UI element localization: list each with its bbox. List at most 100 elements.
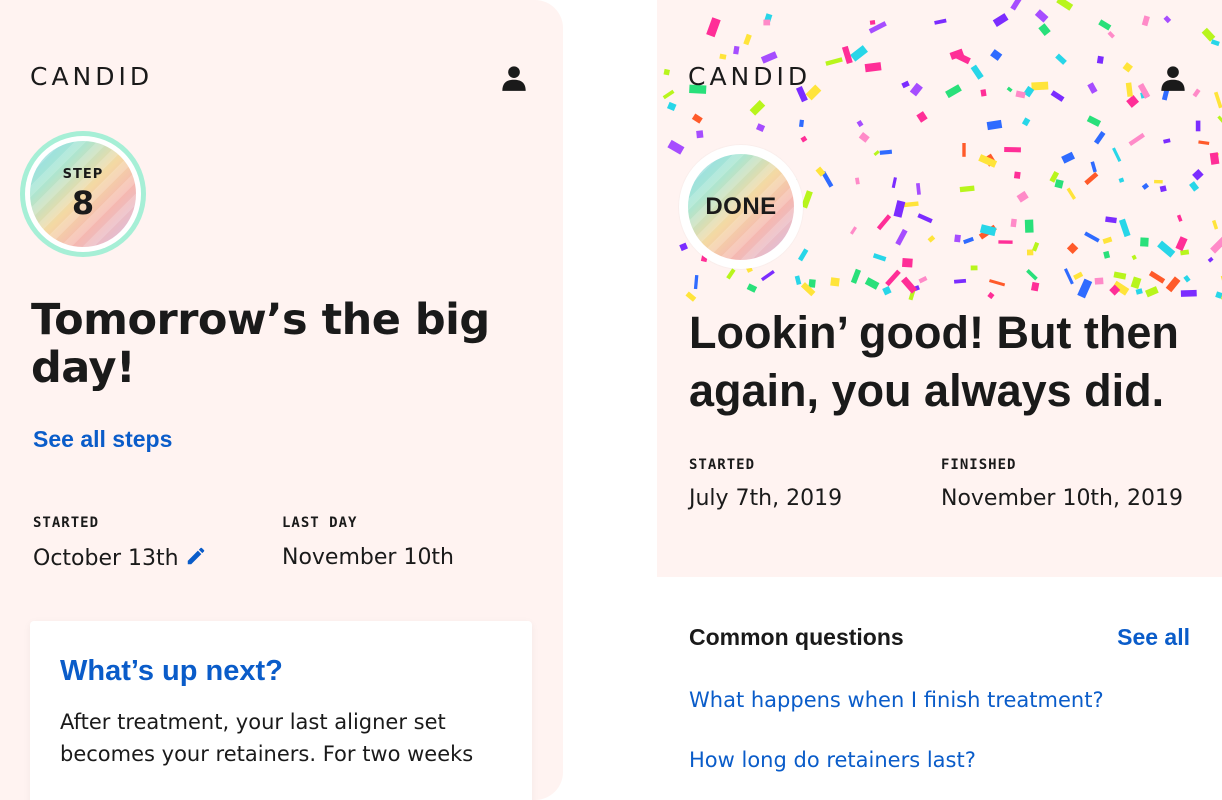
- confetti-piece: [1213, 91, 1222, 109]
- card-body: After treatment, your last aligner set b…: [60, 710, 474, 766]
- confetti-piece: [1103, 250, 1111, 259]
- started-label: STARTED: [33, 515, 100, 531]
- confetti-piece: [1061, 151, 1076, 164]
- confetti-piece: [1195, 120, 1201, 132]
- confetti-piece: [855, 177, 860, 185]
- confetti-piece: [1105, 216, 1117, 224]
- confetti-piece: [1192, 169, 1204, 181]
- confetti-piece: [794, 275, 802, 286]
- confetti-piece: [909, 82, 923, 97]
- confetti-piece: [726, 268, 736, 280]
- confetti-piece: [1032, 241, 1040, 252]
- started-date-value: October 13th: [33, 546, 179, 571]
- confetti-piece: [1125, 82, 1133, 97]
- page-title: Lookin’ good! But then again, you always…: [689, 307, 1179, 416]
- confetti-piece: [662, 89, 675, 100]
- confetti-piece: [959, 185, 975, 193]
- confetti-piece: [1066, 242, 1079, 255]
- confetti-piece: [916, 182, 921, 195]
- confetti-piece: [1145, 286, 1159, 298]
- confetti-piece: [755, 123, 766, 132]
- confetti-piece: [1112, 147, 1122, 162]
- confetti-piece: [998, 240, 1013, 244]
- confetti-piece: [1096, 55, 1104, 64]
- confetti-piece: [719, 53, 727, 60]
- confetti-piece: [980, 89, 987, 97]
- see-all-steps-link[interactable]: See all steps: [33, 426, 172, 453]
- confetti-piece: [927, 235, 936, 243]
- confetti-piece: [1140, 237, 1149, 247]
- confetti-piece: [916, 111, 928, 123]
- confetti-piece: [1034, 9, 1049, 23]
- confetti-piece: [945, 84, 962, 99]
- confetti-piece: [901, 276, 918, 294]
- confetti-piece: [1113, 271, 1127, 280]
- confetti-piece: [679, 242, 688, 252]
- faq-link-finish-treatment[interactable]: What happens when I finish treatment?: [689, 688, 1104, 712]
- confetti-piece: [1087, 82, 1098, 94]
- confetti-piece: [1024, 219, 1034, 233]
- confetti-piece: [830, 277, 840, 287]
- confetti-piece: [903, 201, 919, 208]
- confetti-piece: [1086, 115, 1102, 127]
- confetti-piece: [917, 213, 933, 224]
- confetti-piece: [970, 64, 984, 80]
- confetti-piece: [1210, 236, 1222, 254]
- confetti-piece: [1118, 218, 1131, 238]
- confetti-piece: [902, 258, 913, 268]
- confetti-piece: [869, 20, 876, 25]
- confetti-piece: [963, 236, 974, 245]
- page-title: Tomorrow’s the big day!: [31, 295, 490, 394]
- confetti-piece: [1016, 190, 1029, 203]
- celebration-hero: CANDID DONE Lookin’ good! But then again…: [657, 0, 1222, 577]
- confetti-piece: [1090, 161, 1097, 173]
- confetti-piece: [1013, 171, 1021, 179]
- common-questions-heading: Common questions: [689, 624, 904, 650]
- confetti-piece: [850, 268, 862, 284]
- confetti-piece: [1050, 90, 1065, 102]
- confetti-piece: [934, 18, 947, 25]
- step-number: 8: [71, 183, 95, 222]
- confetti-piece: [763, 19, 771, 26]
- confetti-piece: [1128, 132, 1145, 146]
- person-icon[interactable]: [1159, 64, 1187, 92]
- confetti-piece: [858, 131, 870, 143]
- confetti-piece: [1210, 39, 1220, 47]
- confetti-piece: [893, 200, 906, 218]
- person-icon[interactable]: [500, 64, 528, 92]
- confetti-piece: [1055, 53, 1067, 65]
- confetti-piece: [1209, 152, 1220, 165]
- confetti-piece: [1006, 86, 1013, 93]
- done-label: DONE: [705, 193, 777, 220]
- confetti-piece: [1154, 179, 1163, 184]
- confetti-piece: [1026, 249, 1034, 256]
- confetti-piece: [1026, 269, 1038, 281]
- confetti-piece: [1084, 171, 1099, 186]
- started-label: STARTED: [689, 457, 756, 473]
- confetti-piece: [1163, 138, 1171, 144]
- last-day-date: November 10th: [282, 545, 455, 570]
- confetti-piece: [1063, 268, 1074, 285]
- finished-label: FINISHED: [941, 457, 1017, 473]
- faq-link-retainers[interactable]: How long do retainers last?: [689, 748, 976, 772]
- confetti-piece: [1094, 277, 1104, 285]
- confetti-piece: [663, 68, 670, 76]
- see-all-questions-link[interactable]: See all: [1117, 624, 1190, 651]
- confetti-piece: [1175, 236, 1188, 251]
- confetti-piece: [1183, 275, 1191, 283]
- confetti-piece: [1056, 0, 1074, 11]
- confetti-piece: [1031, 81, 1049, 91]
- confetti-piece: [1077, 278, 1093, 299]
- confetti-piece: [1066, 187, 1077, 200]
- confetti-piece: [800, 135, 808, 143]
- last-day-label: LAST DAY: [282, 515, 358, 531]
- confetti-piece: [1004, 147, 1021, 153]
- confetti-piece: [1165, 276, 1181, 293]
- pencil-icon[interactable]: [185, 545, 207, 567]
- confetti-piece: [1189, 181, 1200, 192]
- confetti-piece: [856, 120, 864, 128]
- confetti-piece: [849, 226, 858, 235]
- done-badge: DONE: [679, 145, 803, 269]
- confetti-piece: [685, 291, 697, 302]
- confetti-piece: [1118, 177, 1125, 183]
